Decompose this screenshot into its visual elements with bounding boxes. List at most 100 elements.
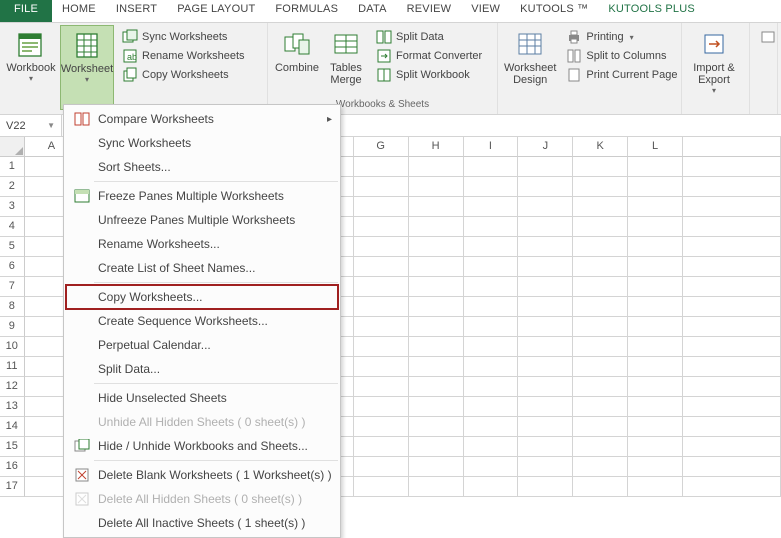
row-header[interactable]: 13: [0, 397, 25, 417]
cell[interactable]: [573, 337, 628, 357]
cell[interactable]: [573, 397, 628, 417]
row-header[interactable]: 10: [0, 337, 25, 357]
print-current-page-button[interactable]: Print Current Page: [562, 66, 681, 84]
cell[interactable]: [409, 237, 464, 257]
cell[interactable]: [464, 377, 519, 397]
cell[interactable]: [354, 337, 409, 357]
menu-hide-unselected[interactable]: Hide Unselected Sheets: [66, 386, 338, 410]
row-header[interactable]: 1: [0, 157, 25, 177]
cell[interactable]: [354, 217, 409, 237]
cell[interactable]: [354, 437, 409, 457]
cell[interactable]: [518, 357, 573, 377]
cell[interactable]: [464, 177, 519, 197]
menu-create-sequence[interactable]: Create Sequence Worksheets...: [66, 309, 338, 333]
cell[interactable]: [683, 397, 781, 417]
cell[interactable]: [409, 317, 464, 337]
tables-merge-button[interactable]: Tables Merge: [324, 25, 368, 99]
cell[interactable]: [409, 197, 464, 217]
cell[interactable]: [683, 477, 781, 497]
cell[interactable]: [683, 457, 781, 477]
cell[interactable]: [409, 277, 464, 297]
cell[interactable]: [464, 337, 519, 357]
col-header[interactable]: I: [464, 137, 519, 157]
cell[interactable]: [354, 197, 409, 217]
cell[interactable]: [409, 297, 464, 317]
menu-hide-unhide-workbooks[interactable]: Hide / Unhide Workbooks and Sheets...: [66, 434, 338, 458]
select-all-corner[interactable]: [0, 137, 25, 157]
menu-perpetual-calendar[interactable]: Perpetual Calendar...: [66, 333, 338, 357]
cell[interactable]: [464, 317, 519, 337]
col-header[interactable]: H: [409, 137, 464, 157]
menu-unfreeze-panes[interactable]: Unfreeze Panes Multiple Worksheets: [66, 208, 338, 232]
tab-kutools-plus[interactable]: KUTOOLS PLUS: [598, 0, 705, 22]
cell[interactable]: [518, 257, 573, 277]
cell[interactable]: [628, 417, 683, 437]
cell[interactable]: [573, 277, 628, 297]
cell[interactable]: [464, 417, 519, 437]
cell[interactable]: [518, 197, 573, 217]
tab-data[interactable]: DATA: [348, 0, 397, 22]
cell[interactable]: [683, 377, 781, 397]
cell[interactable]: [464, 297, 519, 317]
menu-delete-blank[interactable]: Delete Blank Worksheets ( 1 Worksheet(s)…: [66, 463, 338, 487]
cell[interactable]: [628, 277, 683, 297]
cell[interactable]: [354, 237, 409, 257]
cell[interactable]: [573, 157, 628, 177]
cell[interactable]: [628, 297, 683, 317]
col-header[interactable]: J: [518, 137, 573, 157]
split-data-button[interactable]: Split Data: [372, 28, 486, 46]
tab-view[interactable]: VIEW: [461, 0, 510, 22]
col-header[interactable]: [683, 137, 781, 157]
cell[interactable]: [573, 197, 628, 217]
cell[interactable]: [573, 437, 628, 457]
row-header[interactable]: 9: [0, 317, 25, 337]
cell[interactable]: [628, 337, 683, 357]
col-header[interactable]: K: [573, 137, 628, 157]
menu-create-list[interactable]: Create List of Sheet Names...: [66, 256, 338, 280]
tab-page-layout[interactable]: PAGE LAYOUT: [167, 0, 265, 22]
cell[interactable]: [573, 177, 628, 197]
cell[interactable]: [628, 317, 683, 337]
cell[interactable]: [683, 317, 781, 337]
cell[interactable]: [518, 157, 573, 177]
cell[interactable]: [464, 217, 519, 237]
cell[interactable]: [683, 277, 781, 297]
cell[interactable]: [518, 417, 573, 437]
cell[interactable]: [683, 257, 781, 277]
cell[interactable]: [518, 457, 573, 477]
row-header[interactable]: 3: [0, 197, 25, 217]
row-header[interactable]: 5: [0, 237, 25, 257]
cell[interactable]: [628, 257, 683, 277]
cell[interactable]: [628, 177, 683, 197]
menu-split-data[interactable]: Split Data...: [66, 357, 338, 381]
cell[interactable]: [683, 237, 781, 257]
cell[interactable]: [518, 337, 573, 357]
cell[interactable]: [354, 157, 409, 177]
cell[interactable]: [409, 397, 464, 417]
cell[interactable]: [464, 457, 519, 477]
cell[interactable]: [464, 257, 519, 277]
row-header[interactable]: 8: [0, 297, 25, 317]
row-header[interactable]: 2: [0, 177, 25, 197]
cell[interactable]: [573, 477, 628, 497]
tab-review[interactable]: REVIEW: [397, 0, 462, 22]
rename-worksheets-button[interactable]: abRename Worksheets: [118, 47, 249, 65]
row-header[interactable]: 12: [0, 377, 25, 397]
row-header[interactable]: 7: [0, 277, 25, 297]
name-box[interactable]: V22▼: [0, 115, 62, 136]
cell[interactable]: [628, 217, 683, 237]
import-export-button[interactable]: Import & Export ▾: [686, 25, 742, 110]
cell[interactable]: [518, 217, 573, 237]
cell[interactable]: [409, 437, 464, 457]
cell[interactable]: [409, 377, 464, 397]
cell[interactable]: [464, 397, 519, 417]
menu-sync-worksheets[interactable]: Sync Worksheets: [66, 131, 338, 155]
cell[interactable]: [409, 337, 464, 357]
cell[interactable]: [573, 357, 628, 377]
cell[interactable]: [683, 357, 781, 377]
menu-rename-worksheets[interactable]: Rename Worksheets...: [66, 232, 338, 256]
cell[interactable]: [354, 397, 409, 417]
cell[interactable]: [573, 317, 628, 337]
cell[interactable]: [409, 217, 464, 237]
cell[interactable]: [628, 377, 683, 397]
